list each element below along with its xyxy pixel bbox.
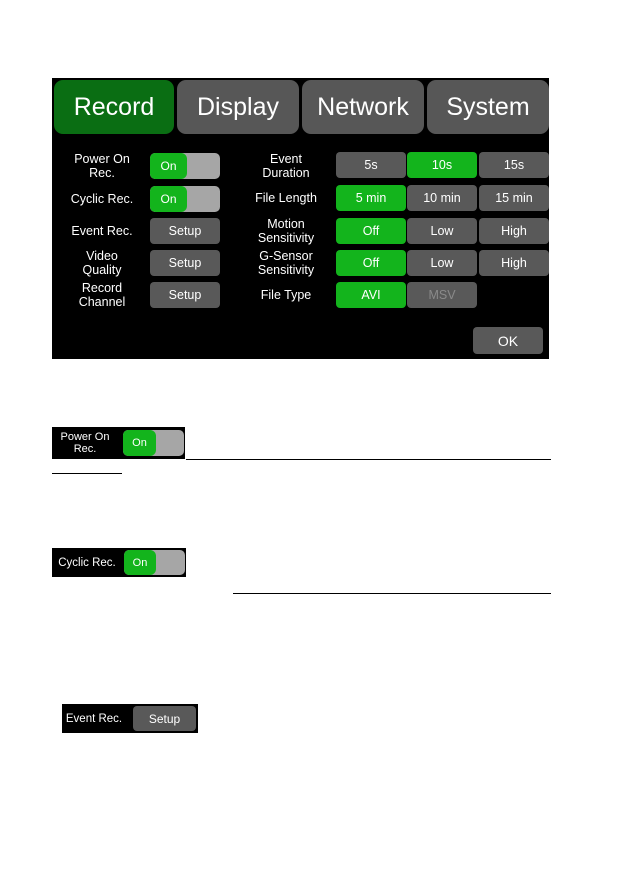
gsensor-sensitivity-high[interactable]: High: [479, 250, 549, 276]
file-length-15min[interactable]: 15 min: [479, 185, 549, 211]
underline: [52, 473, 122, 474]
gsensor-sensitivity-label-line2: Sensitivity: [257, 263, 315, 277]
event-duration-5s[interactable]: 5s: [336, 152, 406, 178]
record-channel-label-line1: Record: [81, 281, 123, 295]
event-duration-15s[interactable]: 15s: [479, 152, 549, 178]
motion-sensitivity-label: Motion Sensitivity: [242, 216, 330, 246]
video-quality-label-line1: Video: [86, 249, 118, 263]
event-duration-label-line1: Event: [270, 152, 302, 166]
event-rec-setup-button[interactable]: Setup: [150, 218, 220, 244]
snippet-power-on-label-line1: Power On: [60, 431, 110, 443]
cyclic-rec-toggle-state: On: [150, 186, 187, 212]
snippet-cyclic-toggle: On: [124, 550, 185, 575]
record-settings-panel: Record Display Network System Power On R…: [52, 78, 549, 359]
file-length-10min[interactable]: 10 min: [407, 185, 477, 211]
tab-system[interactable]: System: [427, 80, 549, 134]
file-length-label: File Length: [255, 191, 317, 205]
power-on-rec-label-line1: Power On: [74, 152, 130, 166]
motion-sensitivity-label-line1: Motion: [267, 217, 305, 231]
power-on-rec-toggle[interactable]: On: [150, 153, 220, 179]
snippet-power-on-toggle: On: [123, 430, 184, 456]
power-on-rec-label-line2: Rec.: [89, 166, 115, 180]
gsensor-sensitivity-label-line1: G-Sensor: [259, 249, 313, 263]
snippet-event-label: Event Rec.: [65, 712, 123, 725]
event-duration-label-line2: Duration: [262, 166, 310, 180]
snippet-power-on-label: Power On Rec.: [54, 429, 116, 457]
cyclic-rec-toggle[interactable]: On: [150, 186, 220, 212]
file-type-msv: MSV: [407, 282, 477, 308]
tab-network-label: Network: [317, 92, 409, 121]
file-type-label: File Type: [260, 288, 312, 302]
tab-record-label: Record: [73, 92, 155, 121]
record-channel-label: Record Channel: [62, 280, 142, 310]
tab-record[interactable]: Record: [54, 80, 174, 134]
cyclic-rec-snippet: Cyclic Rec. On: [52, 548, 186, 577]
video-quality-label-line2: Quality: [82, 263, 122, 277]
motion-sensitivity-off[interactable]: Off: [336, 218, 406, 244]
tab-network[interactable]: Network: [302, 80, 424, 134]
tab-system-label: System: [446, 92, 530, 121]
motion-sensitivity-low[interactable]: Low: [407, 218, 477, 244]
cyclic-rec-label: Cyclic Rec.: [70, 192, 134, 206]
underline: [233, 593, 551, 594]
file-length-5min[interactable]: 5 min: [336, 185, 406, 211]
gsensor-sensitivity-low[interactable]: Low: [407, 250, 477, 276]
video-quality-setup-button[interactable]: Setup: [150, 250, 220, 276]
snippet-cyclic-toggle-state: On: [124, 550, 156, 575]
motion-sensitivity-high[interactable]: High: [479, 218, 549, 244]
gsensor-sensitivity-off[interactable]: Off: [336, 250, 406, 276]
power-on-rec-label: Power On Rec.: [62, 151, 142, 181]
event-duration-10s[interactable]: 10s: [407, 152, 477, 178]
snippet-power-on-label-line2: Rec.: [73, 443, 97, 455]
snippet-event-setup-button: Setup: [133, 706, 196, 731]
tab-display[interactable]: Display: [177, 80, 299, 134]
event-rec-snippet: Event Rec. Setup: [62, 704, 198, 733]
snippet-cyclic-label: Cyclic Rec.: [58, 556, 116, 569]
record-channel-label-line2: Channel: [78, 295, 126, 309]
power-on-rec-snippet: Power On Rec. On: [52, 427, 185, 459]
record-channel-setup-button[interactable]: Setup: [150, 282, 220, 308]
underline: [186, 459, 551, 460]
event-duration-label: Event Duration: [242, 151, 330, 181]
event-rec-label: Event Rec.: [71, 224, 133, 238]
snippet-power-on-toggle-state: On: [123, 430, 156, 456]
ok-button[interactable]: OK: [473, 327, 543, 354]
file-type-avi[interactable]: AVI: [336, 282, 406, 308]
motion-sensitivity-label-line2: Sensitivity: [257, 231, 315, 245]
gsensor-sensitivity-label: G-Sensor Sensitivity: [242, 248, 330, 278]
video-quality-label: Video Quality: [62, 248, 142, 278]
tab-display-label: Display: [197, 92, 279, 121]
power-on-rec-toggle-state: On: [150, 153, 187, 179]
